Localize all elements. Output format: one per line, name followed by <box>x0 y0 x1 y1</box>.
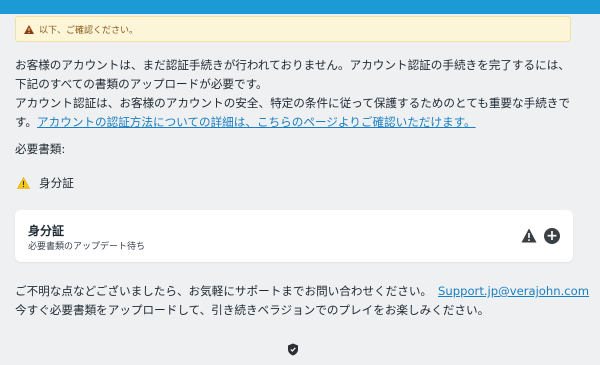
warning-triangle-icon <box>17 177 30 189</box>
required-documents-label: 必要書類: <box>15 142 66 156</box>
intro-line-prefix: す。 <box>15 115 38 129</box>
contact-section: ご不明な点などございましたら、お気軽にサポートまでお問い合わせください。 Supp… <box>15 282 589 320</box>
warning-triangle-icon <box>24 24 34 34</box>
notice-text: 以下、ご確認ください。 <box>39 25 139 36</box>
document-status-name: 身分証 <box>39 176 74 190</box>
intro-line: アカウント認証は、お客様のアカウントの安全、特定の条件に従って保護するためのとて… <box>15 96 570 110</box>
contact-line: 今すぐ必要書類をアップロードして、引き続きベラジョンでのプレイをお楽しみください… <box>15 303 490 317</box>
contact-line: ご不明な点などございましたら、お気軽にサポートまでお問い合わせください。 Supp… <box>15 282 589 301</box>
document-status-item: 身分証 <box>17 175 74 191</box>
top-header-bar <box>0 0 600 14</box>
plus-circle-icon[interactable]: + <box>544 228 560 244</box>
notice-banner: 以下、ご確認ください。 <box>15 16 571 42</box>
warning-triangle-icon <box>521 228 537 243</box>
intro-line: 下記のすべての書類のアップロードが必要です。 <box>15 77 268 91</box>
contact-text: ご不明な点などございましたら、お気軽にサポートまでお問い合わせください。 <box>15 284 433 298</box>
document-card-status: 必要書類のアップデート待ち <box>28 242 146 252</box>
document-card-id[interactable]: 身分証 必要書類のアップデート待ち + <box>15 210 573 262</box>
shield-icon <box>287 343 299 356</box>
verification-intro: お客様のアカウントは、まだ認証手続きが行われておりません。アカウント認証の手続き… <box>15 56 585 132</box>
intro-line: す。アカウントの認証方法についての詳細は、こちらのページよりご確認いただけます。 <box>15 113 585 132</box>
verification-info-link[interactable]: アカウントの認証方法についての詳細は、こちらのページよりご確認いただけます。 <box>37 115 476 129</box>
support-email-link[interactable]: Support.jp@verajohn.com <box>438 284 589 298</box>
intro-line: お客様のアカウントは、まだ認証手続きが行われておりません。アカウント認証の手続き… <box>15 58 570 72</box>
document-card-title: 身分証 <box>28 224 65 238</box>
